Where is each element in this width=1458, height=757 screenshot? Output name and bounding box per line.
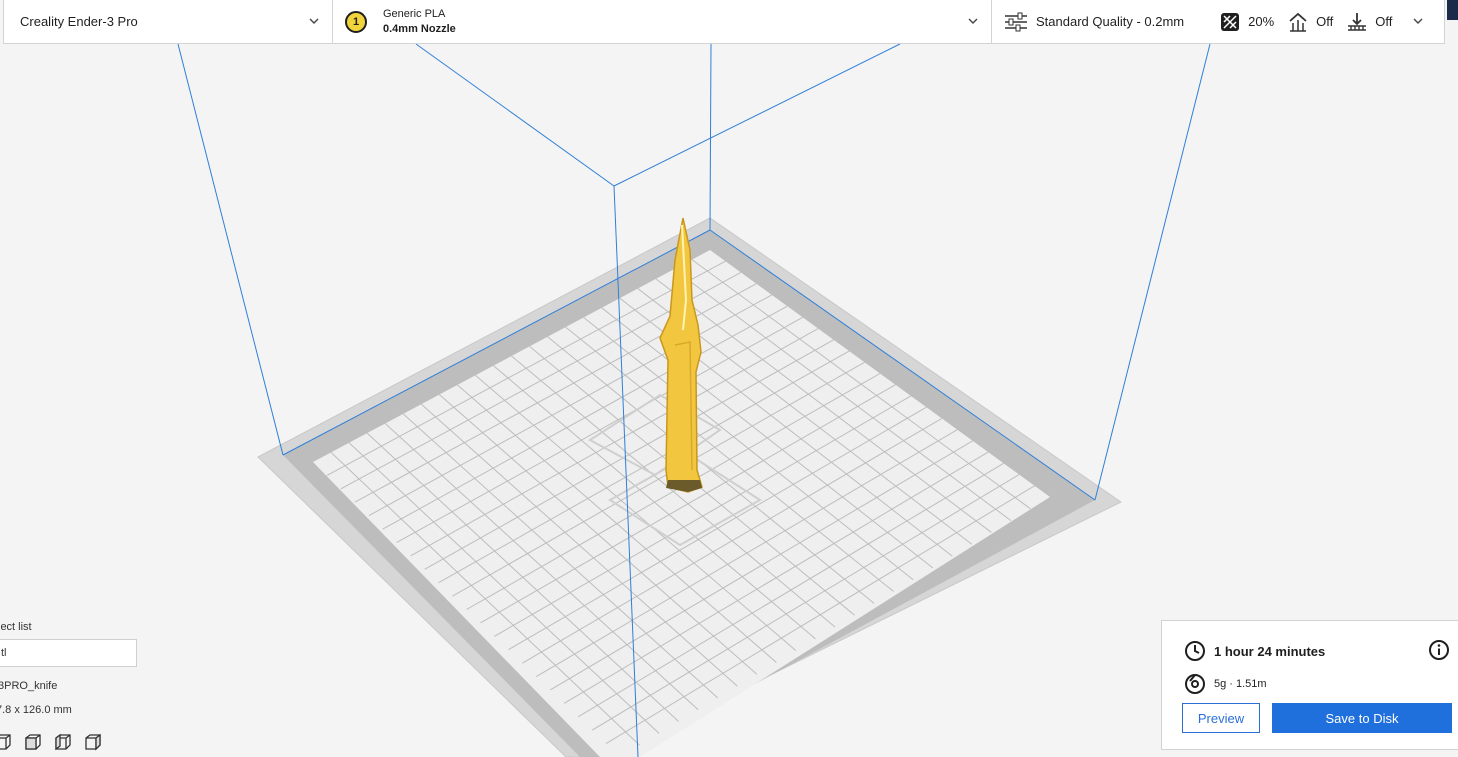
nozzle-size: 0.4mm Nozzle: [383, 22, 456, 35]
print-settings-selector[interactable]: Standard Quality - 0.2mm 20% Off Off: [992, 0, 1444, 43]
object-dimensions: 7.8 x 126.0 mm: [0, 704, 72, 716]
printer-selector[interactable]: Creality Ender-3 Pro: [4, 0, 333, 43]
material-name: Generic PLA: [383, 7, 446, 20]
view-icon[interactable]: [24, 733, 42, 751]
save-to-disk-button[interactable]: Save to Disk: [1272, 703, 1452, 733]
support-icon: [1289, 12, 1307, 32]
view-icon[interactable]: [0, 733, 12, 751]
infill-value: 20%: [1248, 14, 1275, 29]
view-icon[interactable]: [54, 733, 72, 751]
extruder-badge: 1: [345, 10, 367, 33]
printer-name: Creality Ender-3 Pro: [20, 14, 138, 29]
info-icon[interactable]: [1428, 639, 1450, 661]
chevron-down-icon: [1413, 18, 1423, 24]
extruder-number: 1: [352, 15, 360, 28]
view-icon[interactable]: [84, 733, 102, 751]
top-toolbar: Creality Ender-3 Pro 1 Generic PLA 0.4mm…: [3, 0, 1445, 44]
spool-icon: [1185, 674, 1205, 694]
clock-icon: [1185, 641, 1205, 661]
print-summary-panel: 1 hour 24 minutes 5g · 1.51m Preview Sav…: [1161, 620, 1458, 750]
chevron-down-icon: [968, 18, 978, 24]
object-list-title[interactable]: ject list: [0, 621, 68, 633]
object-filter-input[interactable]: tl: [0, 639, 137, 667]
infill-icon: [1221, 12, 1240, 31]
chevron-down-icon: [309, 18, 319, 24]
sliders-icon: [1005, 12, 1027, 31]
material-selector[interactable]: 1 Generic PLA 0.4mm Nozzle: [333, 0, 992, 43]
adhesion-value: Off: [1375, 14, 1393, 29]
preview-button[interactable]: Preview: [1182, 703, 1260, 733]
adhesion-icon: [1348, 12, 1367, 31]
material-usage: 5g · 1.51m: [1214, 678, 1267, 690]
object-name[interactable]: 3PRO_knife: [0, 680, 57, 692]
window-edge: [1447, 0, 1458, 20]
print-time: 1 hour 24 minutes: [1214, 643, 1326, 659]
quality-profile: Standard Quality - 0.2mm: [1036, 14, 1185, 29]
support-value: Off: [1316, 14, 1334, 29]
